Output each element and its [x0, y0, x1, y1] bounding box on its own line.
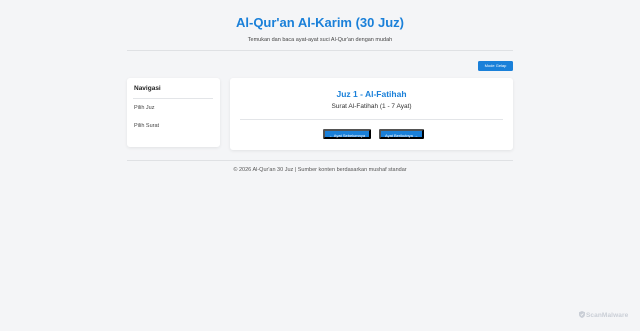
- footer-divider: [127, 160, 513, 161]
- page-title: Al-Qur'an Al-Karim (30 Juz): [235, 15, 405, 30]
- content-card: Juz 1 - Al-Fatihah Surat Al-Fatihah (1 -…: [230, 78, 513, 150]
- card-divider: [240, 119, 503, 120]
- next-ayah-button[interactable]: Ayat Berikutnya →: [379, 129, 424, 139]
- sidebar-divider: [133, 98, 213, 99]
- sidebar-item-select-juz[interactable]: Pilih Juz: [134, 105, 154, 111]
- watermark-text: ScanMalware: [586, 312, 629, 319]
- surah-info: Surat Al-Fatihah (1 - 7 Ayat): [331, 103, 412, 110]
- sidebar-item-select-surah[interactable]: Pilih Surat: [134, 123, 159, 129]
- navigation-sidebar: Navigasi Pilih Juz Pilih Surat: [127, 78, 220, 147]
- watermark: ScanMalware: [579, 311, 628, 319]
- page-subtitle: Temukan dan baca ayat-ayat suci Al-Qur'a…: [247, 37, 393, 43]
- sidebar-heading: Navigasi: [134, 85, 161, 92]
- previous-ayah-button[interactable]: ← Ayat Sebelumnya: [323, 129, 371, 139]
- dark-mode-button[interactable]: Mode Gelap: [478, 61, 513, 71]
- footer-text: © 2026 Al-Qur'an 30 Juz | Sumber konten …: [233, 167, 407, 173]
- header-divider: [127, 50, 513, 51]
- juz-title: Juz 1 - Al-Fatihah: [336, 89, 407, 99]
- shield-icon: [579, 311, 585, 318]
